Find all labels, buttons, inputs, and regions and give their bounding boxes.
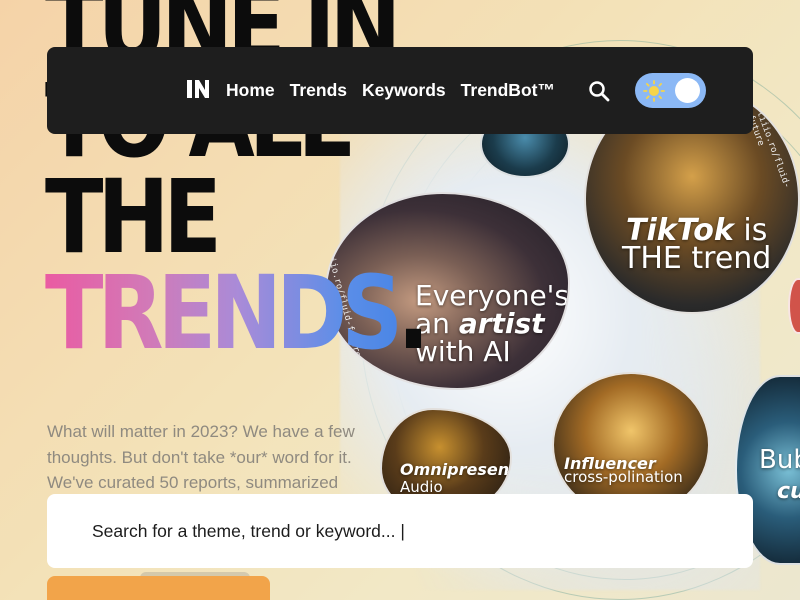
cta-button[interactable]: [47, 576, 270, 600]
theme-toggle[interactable]: [635, 73, 706, 108]
toggle-knob: [675, 78, 700, 103]
nav-trendbot[interactable]: TrendBot™: [461, 78, 555, 102]
nav-links: Home Trends Keywords TrendBot™: [226, 78, 570, 102]
search-placeholder: Search for a theme, trend or keyword... …: [92, 521, 405, 541]
headline-period: .: [397, 254, 430, 373]
top-navbar: Home Trends Keywords TrendBot™: [47, 47, 753, 134]
nav-keywords[interactable]: Keywords: [362, 78, 446, 102]
nav-home[interactable]: Home: [226, 78, 275, 102]
logo-n-icon: [195, 80, 209, 98]
intro-paragraph: What will matter in 2023? We have a few …: [47, 422, 355, 492]
headline-line-3: THE: [45, 158, 222, 277]
headline-line-4: TRENDS.: [45, 263, 430, 365]
sun-icon: [643, 80, 665, 102]
logo-bar: [187, 80, 192, 98]
trend-search-field[interactable]: Search for a theme, trend or keyword... …: [47, 494, 753, 568]
headline-highlight: TRENDS: [45, 254, 403, 373]
nav-trends[interactable]: Trends: [290, 78, 347, 102]
search-icon[interactable]: [587, 79, 611, 103]
site-logo[interactable]: [187, 80, 211, 98]
